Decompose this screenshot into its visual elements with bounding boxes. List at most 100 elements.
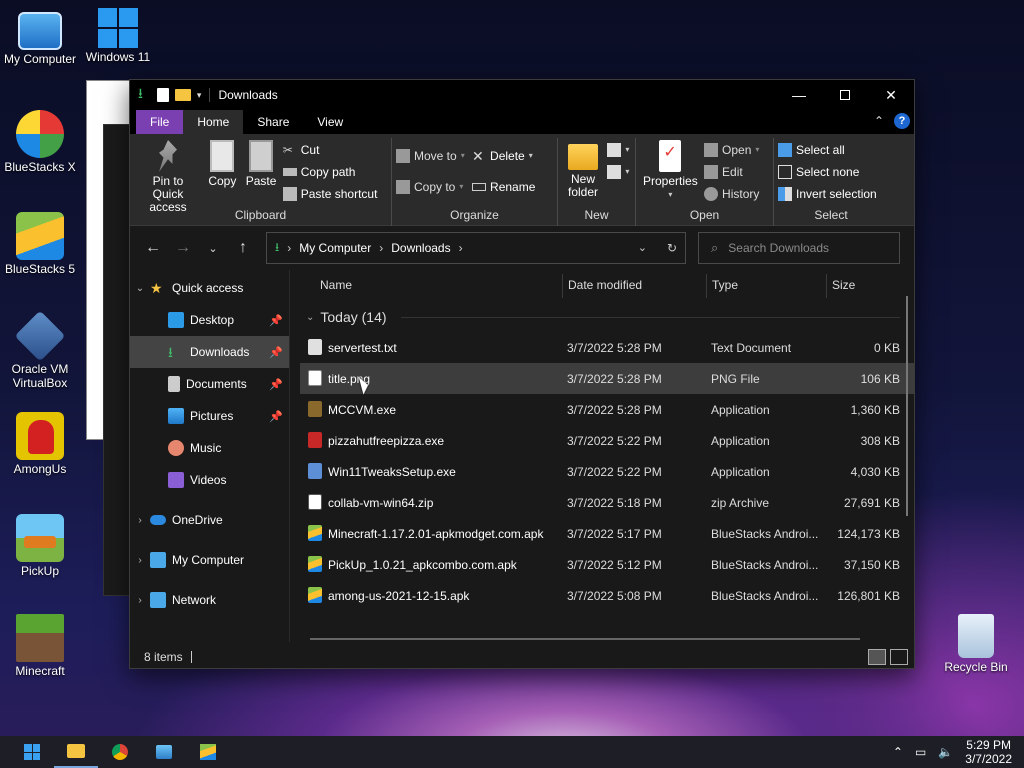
taskbar-photos[interactable]	[142, 736, 186, 768]
nav-item-desktop[interactable]: Desktop 📌	[130, 304, 289, 336]
desktop-icon-among-us[interactable]: AmongUs	[0, 412, 80, 476]
pin-icon: 📌	[269, 378, 283, 391]
column-size[interactable]: Size	[832, 278, 855, 292]
desktop-icon-virtualbox[interactable]: Oracle VM VirtualBox	[0, 310, 80, 390]
nav-item-pictures[interactable]: Pictures 📌	[130, 400, 289, 432]
details-view-button[interactable]	[868, 649, 886, 665]
nav-item-onedrive[interactable]: › OneDrive	[130, 504, 289, 536]
breadcrumb-my-computer[interactable]: My Computer	[299, 241, 371, 255]
desktop-icon-windows-11[interactable]: Windows 11	[78, 8, 158, 64]
up-button[interactable]: ↑	[228, 239, 258, 257]
breadcrumb-separator-icon: ›	[379, 241, 384, 255]
show-hidden-icons-icon[interactable]: ⌃	[893, 745, 903, 759]
nav-item-downloads[interactable]: ⭳ Downloads 📌	[130, 336, 289, 368]
taskbar-chrome[interactable]	[98, 736, 142, 768]
new-item-button[interactable]: ▾	[607, 140, 629, 159]
tab-share[interactable]: Share	[243, 110, 303, 134]
file-row[interactable]: title.png 3/7/2022 5:28 PM PNG File 106 …	[300, 363, 914, 394]
nav-item-documents[interactable]: Documents 📌	[130, 368, 289, 400]
close-button[interactable]: ✕	[868, 80, 914, 110]
file-row[interactable]: among-us-2021-12-15.apk 3/7/2022 5:08 PM…	[300, 580, 914, 611]
nav-item-my-computer[interactable]: › My Computer	[130, 544, 289, 576]
chevron-right-icon[interactable]: ›	[130, 515, 150, 526]
file-row[interactable]: collab-vm-win64.zip 3/7/2022 5:18 PM zip…	[300, 487, 914, 518]
nav-item-music[interactable]: Music	[130, 432, 289, 464]
select-group: Select all Select none Invert selection …	[774, 138, 888, 226]
recent-locations-button[interactable]: ⌄	[198, 242, 228, 255]
invert-selection-button[interactable]: Invert selection	[778, 184, 877, 203]
desktop-icon-pickup[interactable]: PickUp	[0, 514, 80, 578]
file-row[interactable]: Win11TweaksSetup.exe 3/7/2022 5:22 PM Ap…	[300, 456, 914, 487]
file-row[interactable]: MCCVM.exe 3/7/2022 5:28 PM Application 1…	[300, 394, 914, 425]
paste-shortcut-icon	[282, 186, 297, 201]
column-date[interactable]: Date modified	[568, 278, 642, 292]
desktop-icon-minecraft[interactable]: Minecraft	[0, 614, 80, 678]
tab-file[interactable]: File	[136, 110, 184, 134]
file-row[interactable]: Minecraft-1.17.2.01-apkmodget.com.apk 3/…	[300, 518, 914, 549]
back-button[interactable]: ←	[138, 239, 168, 257]
tab-view[interactable]: View	[303, 110, 357, 134]
select-all-button[interactable]: Select all	[778, 140, 877, 159]
copy-path-button[interactable]: Copy path	[282, 162, 378, 181]
start-button[interactable]	[10, 736, 54, 768]
taskbar-file-explorer[interactable]	[54, 736, 98, 768]
nav-item-network[interactable]: › Network	[130, 584, 289, 616]
customize-dropdown-icon[interactable]: ▾	[197, 90, 202, 101]
desktop-icon-bluestacks-x[interactable]: BlueStacks X	[0, 110, 80, 174]
chevron-down-icon[interactable]: ⌄	[130, 283, 150, 294]
search-input[interactable]: ⌕ Search Downloads	[698, 232, 900, 264]
address-bar[interactable]: ⭳ › My Computer › Downloads › ⌄ ↻	[266, 232, 686, 264]
maximize-button[interactable]	[822, 80, 868, 110]
minimize-button[interactable]: —	[776, 80, 822, 110]
desktop-icon-my-computer[interactable]: My Computer	[0, 8, 80, 66]
tab-home[interactable]: Home	[183, 110, 244, 134]
select-none-button[interactable]: Select none	[778, 162, 877, 181]
clock[interactable]: 5:29 PM 3/7/2022	[965, 738, 1012, 766]
pin-to-quick-access-button[interactable]: Pin to Quick access	[134, 138, 202, 216]
file-row[interactable]: pizzahutfreepizza.exe 3/7/2022 5:22 PM A…	[300, 425, 914, 456]
paste-button[interactable]: Paste	[243, 138, 280, 190]
chevron-right-icon[interactable]: ›	[130, 595, 150, 606]
copy-to-button[interactable]: Copy to ▾	[396, 177, 465, 196]
cut-button[interactable]: ✂ Cut	[283, 140, 378, 159]
edit-button[interactable]: Edit	[704, 162, 759, 181]
large-icons-view-button[interactable]	[890, 649, 908, 665]
column-type[interactable]: Type	[712, 278, 738, 292]
nav-item-quick-access[interactable]: ⌄ ★ Quick access	[130, 272, 289, 304]
taskbar-bluestacks[interactable]	[186, 736, 230, 768]
zip-file-icon	[308, 494, 322, 510]
chevron-right-icon[interactable]: ›	[130, 555, 150, 566]
move-to-button[interactable]: Move to ▾	[396, 146, 465, 165]
breadcrumb-separator-icon: ›	[287, 241, 292, 255]
help-icon[interactable]: ?	[894, 113, 910, 129]
refresh-icon[interactable]: ↻	[667, 241, 677, 255]
network-icon[interactable]: ▭	[915, 745, 926, 759]
history-button[interactable]: History	[704, 184, 759, 203]
invert-selection-icon	[778, 186, 792, 201]
title-bar[interactable]: ⭳ ▾ Downloads — ✕	[130, 80, 914, 110]
open-button[interactable]: Open ▾	[704, 140, 759, 159]
delete-button[interactable]: ✕ Delete ▾	[472, 146, 535, 165]
rename-button[interactable]: Rename	[472, 177, 535, 196]
vertical-scrollbar[interactable]	[906, 296, 908, 516]
horizontal-scrollbar[interactable]	[310, 638, 860, 640]
column-name[interactable]: Name	[320, 278, 352, 292]
new-folder-icon[interactable]	[174, 89, 191, 101]
desktop-icon-recycle-bin[interactable]: Recycle Bin	[936, 614, 1016, 674]
easy-access-button[interactable]: ▾	[607, 162, 629, 181]
new-folder-button[interactable]: New folder	[562, 138, 604, 201]
forward-button[interactable]: →	[168, 239, 198, 257]
copy-button[interactable]: Copy	[205, 138, 239, 190]
file-row[interactable]: servertest.txt 3/7/2022 5:28 PM Text Doc…	[300, 332, 914, 363]
address-dropdown-icon[interactable]: ⌄	[638, 241, 647, 255]
group-header-today[interactable]: ⌄ Today (14)	[300, 302, 914, 332]
collapse-ribbon-icon[interactable]: ⌃	[874, 114, 884, 128]
paste-shortcut-button[interactable]: Paste shortcut	[282, 184, 377, 203]
volume-icon[interactable]: 🔈	[938, 745, 953, 759]
properties-button[interactable]: ✓ Properties ▾	[640, 138, 701, 203]
properties-icon[interactable]	[156, 88, 169, 102]
breadcrumb-downloads[interactable]: Downloads	[391, 241, 450, 255]
desktop-icon-bluestacks-5[interactable]: BlueStacks 5	[0, 212, 80, 276]
file-row[interactable]: PickUp_1.0.21_apkcombo.com.apk 3/7/2022 …	[300, 549, 914, 580]
nav-item-videos[interactable]: Videos	[130, 464, 289, 496]
